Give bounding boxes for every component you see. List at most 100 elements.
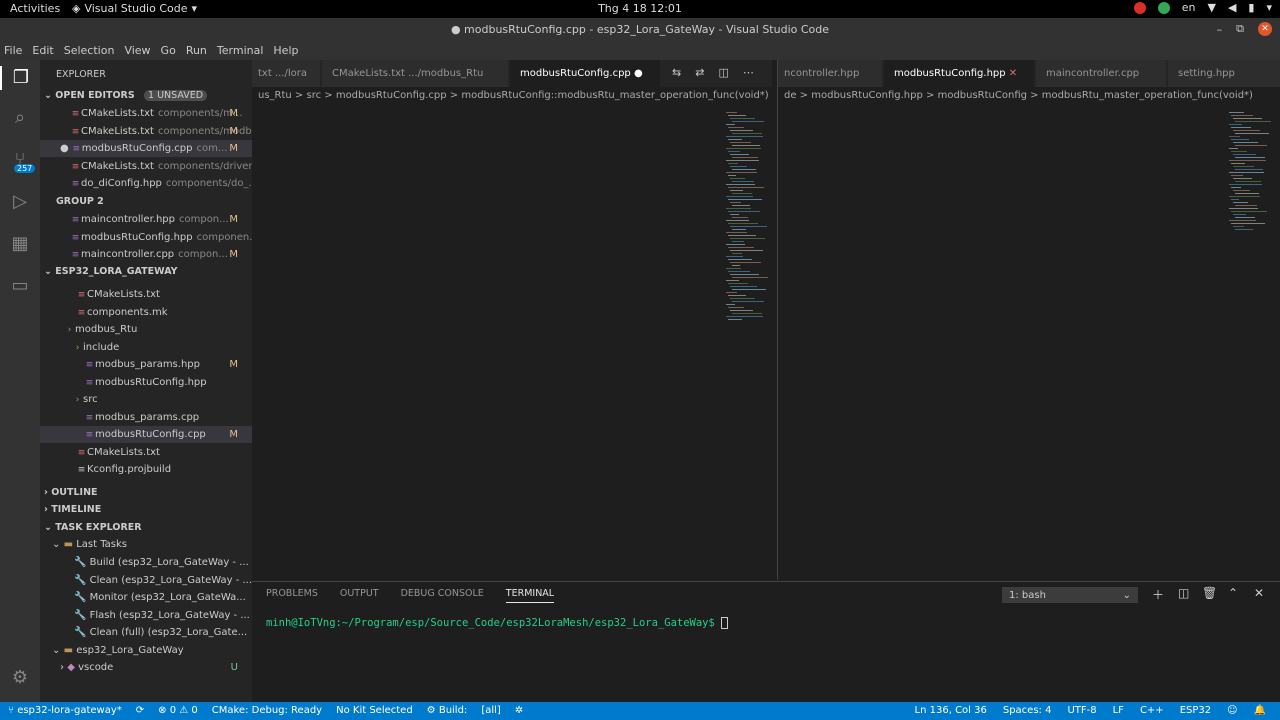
open-editors-header[interactable]: ⌄ OPEN EDITORS 1 UNSAVED — [40, 87, 252, 104]
menu-edit[interactable]: Edit — [32, 44, 53, 57]
close-window-button[interactable]: ✕ — [1258, 22, 1272, 36]
file-row[interactable]: ≡modbusRtuConfig.hppcomponen... — [40, 229, 252, 246]
file-row[interactable]: › modbus_Rtu — [40, 321, 252, 338]
new-terminal-icon[interactable]: ＋ — [1152, 586, 1164, 603]
tab-modbusrtuconfig-cpp[interactable]: modbusRtuConfig.cpp ● — [510, 60, 660, 87]
split-terminal-icon[interactable]: ◫ — [1178, 586, 1189, 600]
remote-explorer-icon[interactable]: ▭ — [8, 274, 32, 298]
task-item[interactable]: 🔧 Monitor (esp32_Lora_GateWa... — [40, 589, 252, 606]
build-button[interactable]: ⚙ Build: — [427, 705, 468, 716]
group2-header[interactable]: GROUP 2 — [40, 193, 252, 210]
file-row[interactable]: › include — [40, 339, 252, 356]
task-item[interactable]: 🔧 Clean (esp32_Lora_GateWay - ... — [40, 572, 252, 589]
file-row[interactable]: ≡ modbusRtuConfig.hpp — [40, 374, 252, 391]
tab-debug-console[interactable]: DEBUG CONSOLE — [401, 588, 484, 603]
file-row[interactable]: ≡ CMakeLists.txt — [40, 286, 252, 303]
tab-problems[interactable]: PROBLEMS — [266, 588, 318, 603]
file-row[interactable]: ≡ Kconfig.projbuild — [40, 461, 252, 478]
bell-icon[interactable]: 🔔 — [1254, 705, 1266, 716]
tab-modbusrtuconfig-hpp[interactable]: modbusRtuConfig.hpp ✕ — [884, 60, 1034, 87]
menu-run[interactable]: Run — [186, 44, 207, 57]
chevron-down-icon[interactable]: ▾ — [1266, 1, 1272, 14]
indentation[interactable]: Spaces: 4 — [1003, 705, 1052, 716]
file-row[interactable]: ≡ CMakeLists.txt components/modb... M — [40, 123, 252, 140]
outline-header[interactable]: › OUTLINE — [40, 484, 252, 501]
menu-view[interactable]: View — [124, 44, 150, 57]
esp-root-folder[interactable]: ⌄ ▬ esp32_Lora_GateWay — [40, 642, 252, 659]
explorer-icon[interactable]: ❐ — [0, 66, 40, 90]
file-row[interactable]: ≡ CMakeLists.txt — [40, 444, 252, 461]
tab-lora-cmake[interactable]: txt .../lora — [252, 60, 320, 87]
restore-icon[interactable]: ⧉ — [1236, 22, 1244, 36]
feedback-icon[interactable]: ☺ — [1227, 705, 1237, 716]
sync-icon[interactable]: ⟳ — [136, 705, 144, 716]
right-minimap[interactable] — [1227, 108, 1271, 578]
vscode-folder[interactable]: › ◆ vscode U — [40, 659, 252, 676]
volume-icon[interactable]: ◀ — [1228, 1, 1236, 14]
tab-output[interactable]: OUTPUT — [340, 588, 379, 603]
workspace-root-header[interactable]: ⌄ ESP32_LORA_GATEWAY — [40, 263, 252, 280]
file-row[interactable]: ≡ maincontroller.hpp compon... M — [40, 211, 252, 228]
split-editor-icon[interactable]: ◫ — [718, 66, 728, 79]
file-row[interactable]: ≡ modbus_params.cpp — [40, 409, 252, 426]
app-menu[interactable]: ◈ Visual Studio Code ▾ — [72, 2, 197, 15]
file-row[interactable]: ≡ do_diConfig.hpp components/do_... — [40, 175, 252, 192]
timeline-header[interactable]: › TIMELINE — [40, 501, 252, 518]
terminal-select[interactable]: 1: bash ⌄ — [1002, 587, 1138, 603]
file-row[interactable]: ≡ modbus_params.hpp M — [40, 356, 252, 373]
left-minimap[interactable] — [724, 108, 768, 578]
tab-modbus-cmake[interactable]: CMakeLists.txt .../modbus_Rtu — [322, 60, 508, 87]
kit-selector[interactable]: No Kit Selected — [336, 705, 413, 716]
minimize-icon[interactable]: – — [1217, 23, 1223, 36]
debug-icon[interactable]: ✲ — [515, 705, 523, 716]
maximize-panel-icon[interactable]: ⌃ — [1228, 586, 1238, 600]
wifi-icon[interactable]: ▼ — [1207, 1, 1215, 14]
tab-setting-hpp[interactable]: setting.hpp — [1168, 60, 1280, 87]
task-explorer-header[interactable]: ⌄ TASK EXPLORER — [40, 519, 252, 536]
system-tray[interactable]: en ▼ ◀ ▮ ▾ — [1133, 1, 1272, 14]
more-actions-icon[interactable]: ⋯ — [743, 66, 754, 79]
task-item[interactable]: 🔧 Clean (full) (esp32_Lora_Gate... — [40, 624, 252, 641]
compare-icon[interactable]: ⇆ — [672, 66, 681, 79]
activities-button[interactable]: Activities — [10, 2, 60, 15]
menu-terminal[interactable]: Terminal — [217, 44, 264, 57]
check-icon[interactable] — [1157, 1, 1170, 14]
menu-go[interactable]: Go — [161, 44, 176, 57]
left-breadcrumb[interactable]: us_Rtu > src > modbusRtuConfig.cpp > mod… — [252, 87, 772, 105]
eol[interactable]: LF — [1113, 705, 1124, 716]
task-item[interactable]: 🔧 Flash (esp32_Lora_GateWay - ... — [40, 607, 252, 624]
menu-file[interactable]: File — [4, 44, 22, 57]
search-icon[interactable]: ⌕ — [8, 106, 32, 130]
language-mode[interactable]: C++ — [1140, 705, 1164, 716]
encoding[interactable]: UTF-8 — [1067, 705, 1096, 716]
gear-icon[interactable]: ⚙ — [8, 666, 32, 690]
extensions-icon[interactable]: ▦ — [8, 232, 32, 256]
right-breadcrumb[interactable]: de > modbusRtuConfig.hpp > modbusRtuConf… — [778, 87, 1280, 105]
file-row[interactable]: ≡ modbusRtuConfig.cpp M — [40, 426, 252, 443]
menu-help[interactable]: Help — [273, 44, 298, 57]
build-target[interactable]: [all] — [481, 705, 501, 716]
task-item[interactable]: 🔧 Build (esp32_Lora_GateWay - ... — [40, 554, 252, 571]
tab-terminal[interactable]: TERMINAL — [505, 588, 555, 603]
terminal-output[interactable]: minh@IoTVng:~/Program/esp/Source_Code/es… — [266, 617, 729, 629]
unsaved-dot-icon[interactable]: ● — [60, 143, 69, 154]
tab-maincontroller-hpp[interactable]: ncontroller.hpp — [778, 60, 882, 87]
run-debug-icon[interactable]: ▷ — [8, 190, 32, 214]
problems-indicator[interactable]: ⊗ 0 ⚠ 0 — [158, 705, 198, 716]
cursor-position[interactable]: Ln 136, Col 36 — [915, 705, 987, 716]
last-tasks-folder[interactable]: ⌄ ▬ Last Tasks — [40, 536, 252, 553]
close-panel-icon[interactable]: ✕ — [1254, 586, 1264, 600]
target-chip[interactable]: ESP32 — [1180, 705, 1211, 716]
menu-selection[interactable]: Selection — [64, 44, 115, 57]
file-row[interactable]: ≡ CMakeLists.txt components/m... M — [40, 105, 252, 122]
file-row[interactable]: ● ≡ modbusRtuConfig.cpp com... M — [40, 140, 252, 157]
file-row[interactable]: ≡ maincontroller.cpp compon... M — [40, 246, 252, 263]
file-row[interactable]: ≡ CMakeLists.txt components/drivers — [40, 158, 252, 175]
tab-maincontroller-cpp[interactable]: maincontroller.cpp — [1036, 60, 1166, 87]
file-row[interactable]: › src — [40, 391, 252, 408]
cmake-status[interactable]: CMake: Debug: Ready — [212, 705, 322, 716]
open-changes-icon[interactable]: ⇄ — [695, 66, 704, 79]
battery-icon[interactable]: ▮ — [1248, 1, 1254, 14]
close-icon[interactable]: ✕ — [1009, 68, 1017, 79]
record-icon[interactable] — [1133, 1, 1146, 14]
